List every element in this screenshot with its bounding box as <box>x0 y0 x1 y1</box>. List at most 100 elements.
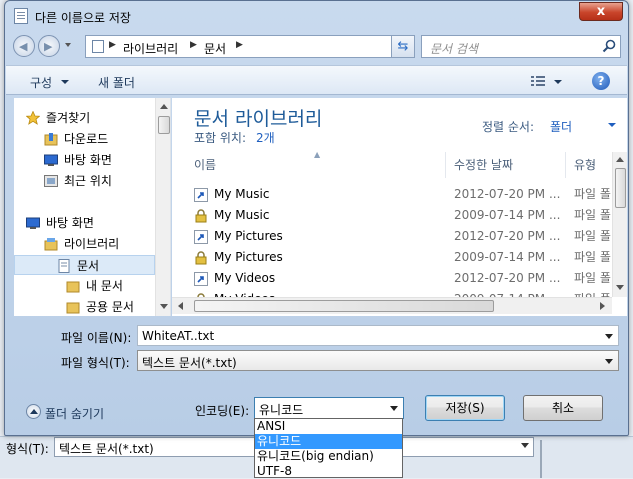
scroll-down-icon[interactable] <box>616 285 624 290</box>
recent-places-icon <box>44 175 58 187</box>
nav-item-label: 라이브러리 <box>64 237 120 251</box>
scroll-left-icon[interactable] <box>178 302 183 310</box>
nav-item-my-documents[interactable]: 내 문서 <box>14 276 155 296</box>
column-header-date[interactable]: 수정한 날짜 <box>446 152 566 178</box>
breadcrumb-separator-icon[interactable]: ▶ <box>109 40 116 50</box>
view-options-icon[interactable] <box>531 75 545 87</box>
folder-icon <box>66 302 80 314</box>
scroll-down-icon[interactable] <box>160 304 168 309</box>
chevron-down-icon <box>608 123 616 127</box>
file-name: My Music <box>214 187 270 201</box>
shortcut-icon <box>194 230 208 244</box>
encoding-option-unicode-big-endian[interactable]: 유니코드(big endian) <box>255 449 402 464</box>
filename-history-chevron-icon[interactable] <box>605 334 613 339</box>
nav-item-desktop[interactable]: 바탕 화면 <box>14 150 155 170</box>
horizontal-scrollbar-thumb[interactable] <box>194 300 494 312</box>
nav-item-label: 바탕 화면 <box>64 153 112 167</box>
scroll-up-icon[interactable] <box>160 104 168 109</box>
refresh-button[interactable]: ⇆ <box>391 35 415 58</box>
nav-item-libraries[interactable]: 라이브러리 <box>14 234 155 254</box>
encoding-option-utf8[interactable]: UTF-8 <box>255 464 402 479</box>
address-bar[interactable]: ▶ 라이브러리 ▶ 문서 ▶ <box>85 35 415 58</box>
nav-item-downloads[interactable]: 다운로드 <box>14 129 155 149</box>
file-list-horizontal-scrollbar[interactable] <box>172 297 612 314</box>
nav-item-label: 내 문서 <box>86 279 123 293</box>
includes-label: 포함 위치: <box>194 131 247 145</box>
encoding-select[interactable]: 유니코드 <box>254 397 404 419</box>
library-title: 문서 라이브러리 <box>194 108 323 130</box>
navigation-pane: 즐겨찾기 다운로드 바탕 화면 최근 위치 바탕 화면 라이브러리 문서 내 문… <box>14 98 171 316</box>
scroll-up-icon[interactable] <box>616 157 624 162</box>
background-type-label: 형식(T): <box>6 442 49 456</box>
breadcrumb-documents[interactable]: 문서 <box>204 40 226 57</box>
vertical-scrollbar-thumb[interactable] <box>615 168 626 208</box>
search-icon[interactable] <box>602 39 616 53</box>
forward-button[interactable]: ▶ <box>38 35 60 57</box>
includes-locations-link[interactable]: 2개 <box>256 129 275 146</box>
file-row[interactable]: My Music 2009-07-14 PM ... 파일 폴더 <box>188 205 614 226</box>
filename-label: 파일 이름(N): <box>61 331 132 345</box>
file-name: My Pictures <box>214 250 283 264</box>
file-list-vertical-scrollbar[interactable] <box>612 152 627 297</box>
encoding-option-unicode[interactable]: 유니코드 <box>255 434 402 449</box>
column-header-name[interactable]: 이름 <box>188 152 446 178</box>
shortcut-icon <box>194 188 208 202</box>
background-divider <box>540 440 542 478</box>
hide-folders-button[interactable]: 폴더 숨기기 <box>45 405 104 422</box>
file-row[interactable]: My Pictures 2009-07-14 PM ... 파일 폴더 <box>188 247 614 268</box>
file-type: 파일 폴더 <box>574 271 614 285</box>
breadcrumb-libraries[interactable]: 라이브러리 <box>123 40 178 57</box>
encoding-value: 유니코드 <box>259 403 304 417</box>
refresh-icon: ⇆ <box>397 39 409 54</box>
help-icon[interactable]: ? <box>592 72 610 90</box>
window-title: 다른 이름으로 저장 <box>35 11 131 25</box>
file-row[interactable]: My Videos 2012-07-20 PM ... 파일 폴더 <box>188 268 614 289</box>
desktop-icon <box>44 154 58 166</box>
file-row[interactable]: My Music 2012-07-20 PM ... 파일 폴더 <box>188 184 614 205</box>
nav-item-desktop-root[interactable]: 바탕 화면 <box>14 213 155 233</box>
search-input[interactable]: 문서 검색 <box>421 35 621 58</box>
encoding-label: 인코딩(E): <box>195 404 250 418</box>
organize-button[interactable]: 구성 <box>30 74 52 91</box>
nav-item-label: 공용 문서 <box>86 300 134 314</box>
file-row[interactable]: My Pictures 2012-07-20 PM ... 파일 폴더 <box>188 226 614 247</box>
filetype-label: 파일 형식(T): <box>61 356 130 370</box>
nav-item-public-documents[interactable]: 공용 문서 <box>14 297 155 316</box>
close-button[interactable]: x <box>579 2 623 21</box>
filetype-value: 텍스트 문서(*.txt) <box>142 356 237 370</box>
cancel-button[interactable]: 취소 <box>523 395 603 421</box>
save-button[interactable]: 저장(S) <box>425 395 505 421</box>
file-name: My Pictures <box>214 229 283 243</box>
desktop-icon <box>26 217 40 229</box>
file-date: 2009-07-14 PM ... <box>454 208 561 222</box>
filename-input[interactable]: WhiteAT..txt <box>137 325 619 346</box>
collapse-up-icon[interactable] <box>26 404 41 419</box>
nav-item-label: 최근 위치 <box>64 174 112 188</box>
filetype-select[interactable]: 텍스트 문서(*.txt) <box>137 350 619 371</box>
nav-item-label: 문서 <box>77 259 100 273</box>
arrow-right-icon: ▶ <box>44 40 53 53</box>
new-folder-button[interactable]: 새 폴더 <box>98 74 135 91</box>
save-as-dialog: 다른 이름으로 저장 x ◀ ▶ ▶ 라이브러리 ▶ 문서 ▶ ⇆ 문서 검색 … <box>4 0 629 436</box>
breadcrumb-separator-icon[interactable]: ▶ <box>236 40 243 50</box>
recent-pages-chevron-icon[interactable] <box>65 43 71 47</box>
view-chevron-down-icon[interactable] <box>554 80 562 84</box>
documents-folder-icon <box>92 40 104 53</box>
nav-item-recent-places[interactable]: 최근 위치 <box>14 171 155 191</box>
file-type: 파일 폴더 <box>574 208 614 222</box>
encoding-option-ansi[interactable]: ANSI <box>255 419 402 434</box>
nav-item-favorites[interactable]: 즐겨찾기 <box>14 108 155 128</box>
nav-scrollbar[interactable] <box>155 98 170 316</box>
scroll-right-icon[interactable] <box>600 302 605 310</box>
column-header-type[interactable]: 유형 <box>566 152 612 178</box>
nav-item-documents[interactable]: 문서 <box>14 255 155 275</box>
nav-item-label: 바탕 화면 <box>46 216 94 230</box>
breadcrumb-separator-icon[interactable]: ▶ <box>190 40 197 50</box>
sort-by-button[interactable]: 폴더 <box>550 118 572 135</box>
sort-label: 정렬 순서: <box>482 120 535 134</box>
nav-scrollbar-thumb[interactable] <box>158 116 170 134</box>
back-button[interactable]: ◀ <box>13 35 35 57</box>
file-name: My Videos <box>214 271 276 285</box>
notepad-icon <box>14 8 28 24</box>
star-icon <box>26 111 40 125</box>
